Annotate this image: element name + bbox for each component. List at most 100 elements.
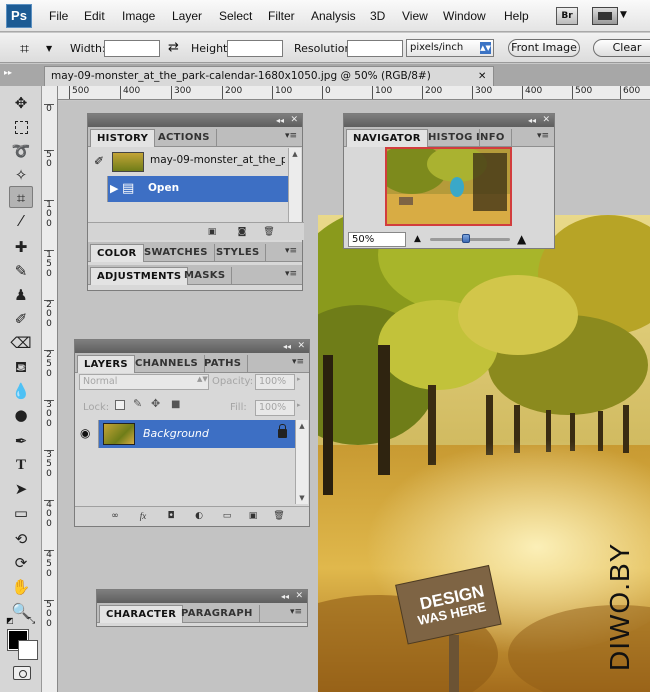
close-icon[interactable]: ✕	[295, 590, 303, 603]
menu-edit[interactable]: Edit	[84, 9, 105, 23]
lasso-tool-icon[interactable]: ➰	[9, 140, 33, 162]
menu-image[interactable]: Image	[122, 9, 155, 23]
close-icon[interactable]: ✕	[478, 71, 486, 82]
width-input[interactable]	[104, 40, 160, 57]
tab-character[interactable]: CHARACTER	[99, 605, 184, 623]
tab-navigator[interactable]: NAVIGATOR	[346, 129, 428, 147]
panel-menu-icon[interactable]: ▾≡	[285, 246, 297, 256]
resolution-input[interactable]	[347, 40, 403, 57]
screen-mode-button[interactable]	[592, 7, 618, 25]
document-canvas[interactable]: DESIGN WAS HERE DIWO.BY	[318, 215, 650, 692]
collapse-icon[interactable]: ◂◂	[283, 340, 291, 353]
new-group-icon[interactable]: ▭	[221, 511, 233, 522]
chevron-down-icon[interactable]: ▼	[620, 10, 627, 20]
tab-styles[interactable]: STYLES	[210, 244, 267, 262]
menu-filter[interactable]: Filter	[268, 9, 295, 23]
height-input[interactable]	[227, 40, 283, 57]
path-selection-tool-icon[interactable]: ➤	[9, 478, 33, 500]
history-snapshot[interactable]: ✐ may-09-monster_at_the_p...	[88, 148, 288, 174]
panel-titlebar[interactable]: ◂◂ ✕	[88, 114, 302, 127]
tab-paragraph[interactable]: PARAGRAPH	[175, 605, 260, 623]
menu-file[interactable]: File	[49, 9, 68, 23]
adjustment-layer-icon[interactable]: ◐	[193, 511, 205, 522]
panel-menu-icon[interactable]: ▾≡	[537, 131, 549, 141]
panel-menu-icon[interactable]: ▾≡	[290, 607, 302, 617]
close-icon[interactable]: ✕	[542, 114, 550, 127]
brush-tool-icon[interactable]: ✎	[9, 260, 33, 282]
panel-titlebar[interactable]: ◂◂ ✕	[75, 340, 309, 353]
collapse-icon[interactable]: ◂◂	[281, 590, 289, 603]
collapse-icon[interactable]: ▸▸	[4, 68, 12, 77]
collapse-icon[interactable]: ◂◂	[528, 114, 536, 127]
zoom-out-icon[interactable]: ▲	[414, 234, 421, 244]
crop-tool-icon[interactable]: ⌗	[20, 39, 29, 59]
trash-icon[interactable]: 🗑	[273, 511, 285, 522]
swap-colors-icon[interactable]: ⤡	[28, 616, 35, 626]
tab-history[interactable]: HISTORY	[90, 129, 156, 147]
panel-titlebar[interactable]: ◂◂ ✕	[97, 590, 307, 603]
lock-position-icon[interactable]: ✥	[151, 397, 160, 410]
panel-menu-icon[interactable]: ▾≡	[285, 131, 297, 141]
blur-tool-icon[interactable]: 💧	[9, 380, 33, 402]
tab-swatches[interactable]: SWATCHES	[138, 244, 215, 262]
menu-layer[interactable]: Layer	[172, 9, 202, 23]
tool-preset-chevron-down-icon[interactable]: ▼	[46, 44, 52, 53]
zoom-slider-track[interactable]	[430, 238, 510, 241]
lock-transparent-icon[interactable]	[115, 400, 125, 410]
blend-mode-select[interactable]: Normal	[79, 374, 209, 390]
background-color-swatch[interactable]	[18, 640, 38, 660]
dodge-tool-icon[interactable]: ●	[9, 404, 33, 426]
resolution-units-select[interactable]: pixels/inch ▲▼	[406, 39, 494, 57]
fx-icon[interactable]: fx	[137, 511, 149, 522]
marquee-tool-icon[interactable]	[9, 116, 33, 138]
history-brush-source[interactable]	[88, 176, 108, 202]
opacity-arrow-icon[interactable]: ▸	[297, 375, 301, 383]
type-tool-icon[interactable]: T	[9, 454, 33, 476]
menu-select[interactable]: Select	[219, 9, 252, 23]
menu-window[interactable]: Window	[443, 9, 486, 23]
new-layer-icon[interactable]: ▣	[247, 511, 259, 522]
close-icon[interactable]: ✕	[297, 340, 305, 353]
hand-tool-icon[interactable]: ✋	[9, 576, 33, 598]
scroll-up-icon[interactable]: ▲	[297, 420, 307, 432]
layer-name[interactable]: Background	[143, 427, 209, 440]
quick-mask-button[interactable]	[13, 666, 31, 680]
clone-stamp-tool-icon[interactable]: ♟	[9, 284, 33, 306]
scroll-down-icon[interactable]: ▼	[297, 492, 307, 504]
swap-dimensions-icon[interactable]: ⇄	[168, 40, 179, 55]
menu-analysis[interactable]: Analysis	[311, 9, 356, 23]
menu-view[interactable]: View	[402, 9, 428, 23]
tab-channels[interactable]: CHANNELS	[129, 355, 205, 373]
tab-actions[interactable]: ACTIONS	[152, 129, 217, 147]
horizontal-ruler[interactable]: 500 400 300 200 100 0 100 200 300 400 50…	[58, 86, 650, 100]
menu-help[interactable]: Help	[504, 9, 529, 23]
scroll-up-icon[interactable]: ▲	[290, 148, 300, 160]
healing-brush-tool-icon[interactable]: ✚	[9, 236, 33, 258]
tab-adjustments[interactable]: ADJUSTMENTS	[90, 267, 189, 285]
collapse-icon[interactable]: ◂◂	[276, 114, 284, 127]
tab-paths[interactable]: PATHS	[198, 355, 249, 373]
zoom-in-icon[interactable]: ▲	[517, 232, 526, 246]
front-image-button[interactable]: Front Image	[508, 39, 580, 57]
history-brush-tool-icon[interactable]: ✐	[9, 308, 33, 330]
panel-menu-icon[interactable]: ▾≡	[285, 269, 297, 279]
navigator-zoom-input[interactable]: 50%	[348, 232, 406, 247]
layer-visibility-toggle[interactable]: ◉	[75, 420, 99, 448]
history-step-open[interactable]: ▶ ▤ Open	[88, 176, 288, 202]
lock-all-icon[interactable]: ■	[171, 399, 180, 410]
layers-scrollbar[interactable]: ▲ ▼	[295, 420, 308, 504]
add-mask-icon[interactable]: ◘	[165, 511, 177, 522]
tab-layers[interactable]: LAYERS	[77, 355, 135, 373]
trash-icon[interactable]: 🗑	[263, 227, 275, 238]
bridge-button[interactable]: Br	[556, 7, 578, 25]
new-snapshot-icon[interactable]: ◙	[236, 227, 248, 238]
eyedropper-tool-icon[interactable]: ⁄	[9, 210, 33, 232]
3d-orbit-tool-icon[interactable]: ⟳	[9, 552, 33, 574]
magic-wand-tool-icon[interactable]: ✧	[9, 164, 33, 186]
fill-input[interactable]: 100%	[255, 400, 295, 416]
crop-tool-icon[interactable]: ⌗	[9, 186, 33, 208]
panel-menu-icon[interactable]: ▾≡	[292, 357, 304, 367]
tab-masks[interactable]: MASKS	[178, 267, 233, 285]
panel-titlebar[interactable]: ◂◂ ✕	[344, 114, 554, 127]
navigator-preview[interactable]	[385, 147, 512, 226]
